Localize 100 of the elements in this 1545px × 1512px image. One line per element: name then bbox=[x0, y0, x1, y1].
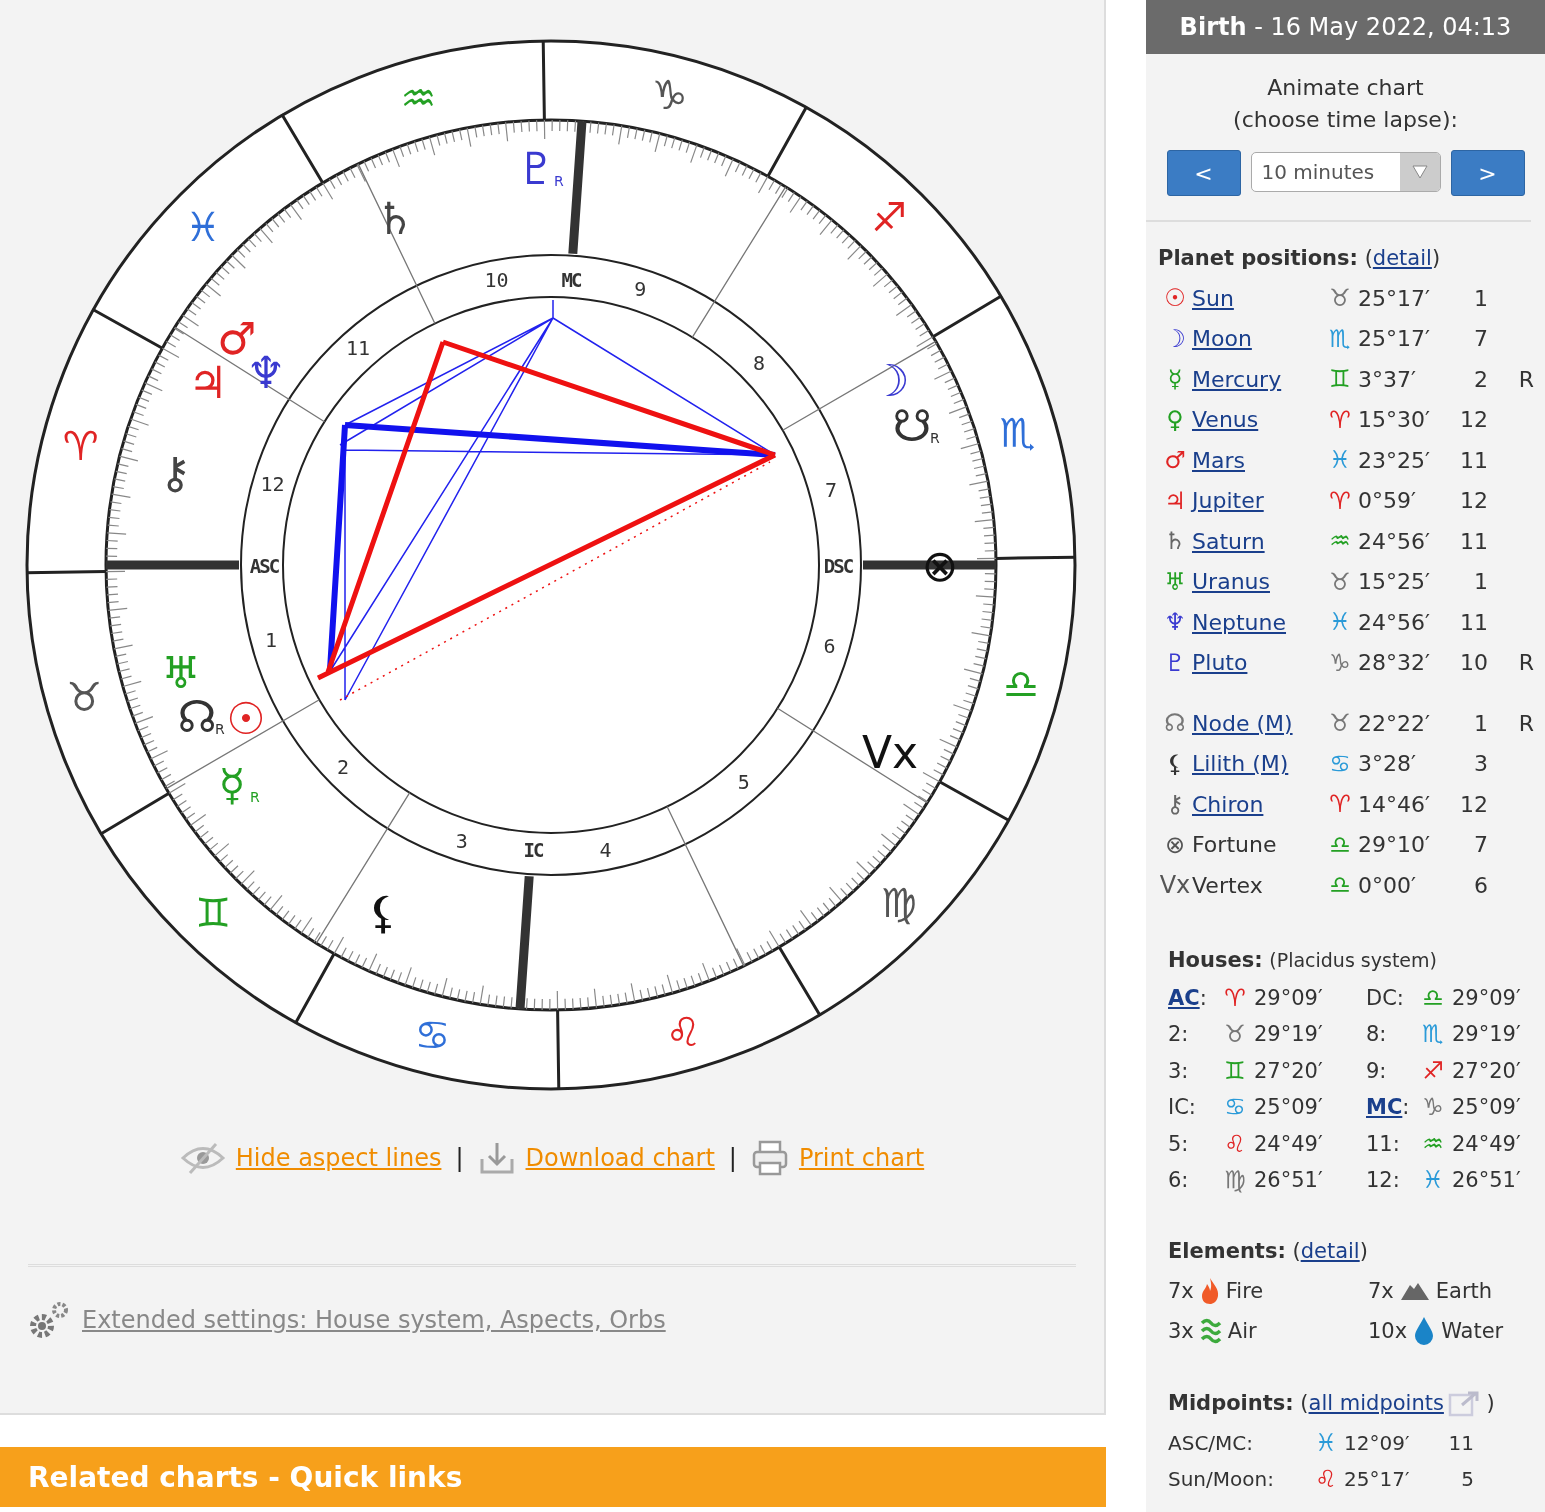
planet-link[interactable]: Node (M) bbox=[1192, 710, 1293, 736]
position-degree: 12°09′ bbox=[1344, 1430, 1411, 1455]
detail-link[interactable]: detail bbox=[1372, 246, 1432, 270]
planet-symbol: ⚷ bbox=[1165, 790, 1185, 819]
house-label: IC: bbox=[1168, 1095, 1196, 1120]
previous-button[interactable]: < bbox=[1166, 150, 1241, 196]
planet-link[interactable]: Uranus bbox=[1192, 569, 1270, 595]
house-number: 5 bbox=[1460, 1466, 1474, 1491]
retrograde-mark: R bbox=[1518, 710, 1534, 736]
next-button[interactable]: > bbox=[1450, 150, 1525, 196]
element-name: Earth bbox=[1435, 1278, 1493, 1303]
time-lapse-select[interactable]: 10 minutes bbox=[1250, 152, 1441, 192]
position-degree: 24°49′ bbox=[1452, 1131, 1522, 1156]
position-degree: 26°51′ bbox=[1452, 1168, 1522, 1193]
zodiac-sign-symbol: ♎ bbox=[1421, 983, 1445, 1012]
house-number: 10 bbox=[484, 268, 509, 293]
planet-symbol: ☉ bbox=[226, 692, 266, 744]
external-link-icon[interactable] bbox=[1447, 1390, 1480, 1417]
eye-icon[interactable] bbox=[179, 1141, 226, 1175]
position-degree: 0°00′ bbox=[1358, 872, 1417, 898]
planet-symbol: ♇ bbox=[516, 142, 556, 194]
house-number: 3 bbox=[1473, 751, 1488, 777]
planet-symbol: ☉ bbox=[1163, 284, 1187, 313]
all-midpoints-link[interactable]: all midpoints bbox=[1308, 1390, 1444, 1415]
house-number: 10 bbox=[1459, 650, 1488, 676]
zodiac-sign-symbol: ♓ bbox=[1314, 1428, 1338, 1457]
house-number: 11 bbox=[1459, 609, 1488, 635]
zodiac-sign-symbol: ♑ bbox=[651, 71, 688, 118]
midpoint-label: Sun/Moon: bbox=[1168, 1466, 1275, 1491]
planet-symbol: ⊗ bbox=[1163, 830, 1187, 859]
position-degree: 24°56′ bbox=[1358, 609, 1431, 635]
zodiac-sign-symbol: ♏ bbox=[999, 409, 1036, 456]
zodiac-sign-symbol: ♉ bbox=[1328, 567, 1352, 596]
planet-symbol: ⚸ bbox=[366, 886, 400, 938]
zodiac-sign-symbol: ♓ bbox=[1328, 608, 1352, 637]
planet-link[interactable]: Mars bbox=[1192, 447, 1245, 473]
planet-link[interactable]: Neptune bbox=[1192, 609, 1286, 635]
house-number: 2 bbox=[337, 755, 350, 780]
position-degree: 29°09′ bbox=[1452, 985, 1522, 1010]
zodiac-sign-symbol: ♋ bbox=[414, 1012, 451, 1059]
position-degree: 14°46′ bbox=[1358, 791, 1431, 817]
position-degree: 15°25′ bbox=[1358, 569, 1431, 595]
planet-link[interactable]: Venus bbox=[1192, 407, 1259, 433]
midpoint-label: ASC/MC: bbox=[1168, 1430, 1255, 1455]
section-heading: Planet positions: (detail) bbox=[1158, 246, 1442, 270]
detail-link[interactable]: detail bbox=[1300, 1238, 1360, 1263]
position-degree: 25°17′ bbox=[1358, 285, 1431, 311]
flame-icon bbox=[1199, 1276, 1220, 1305]
planet-symbol: ♆ bbox=[1163, 608, 1187, 637]
house-number: 12 bbox=[260, 472, 285, 497]
house-link[interactable]: AC bbox=[1168, 985, 1200, 1010]
zodiac-sign-symbol: ♈ bbox=[1223, 983, 1247, 1012]
animate-label: (choose time lapse): bbox=[1232, 106, 1459, 134]
planet-link[interactable]: Chiron bbox=[1192, 791, 1264, 817]
zodiac-sign-symbol: ♎ bbox=[1328, 871, 1352, 900]
wind-waves-icon bbox=[1199, 1316, 1222, 1345]
house-label: 12: bbox=[1366, 1168, 1400, 1193]
house-number: 11 bbox=[1447, 1430, 1474, 1455]
zodiac-sign-symbol: ♊ bbox=[1223, 1056, 1247, 1085]
house-number: 7 bbox=[1473, 326, 1488, 352]
planet-symbol: ⚷ bbox=[158, 446, 192, 498]
zodiac-sign-symbol: ♐ bbox=[1421, 1056, 1445, 1085]
angle-label: DSC bbox=[823, 555, 853, 577]
gears-icon[interactable] bbox=[28, 1300, 70, 1340]
link-separator: | bbox=[728, 1144, 737, 1172]
planet-symbol: Vx bbox=[1158, 871, 1192, 900]
house-label: 8: bbox=[1366, 1022, 1387, 1047]
printer-icon[interactable] bbox=[750, 1139, 789, 1177]
house-label: 5: bbox=[1168, 1131, 1189, 1156]
planet-link[interactable]: Lilith (M) bbox=[1192, 751, 1289, 777]
house-label: 9: bbox=[1366, 1058, 1387, 1083]
angle-label: MC bbox=[561, 269, 581, 291]
planet-link[interactable]: Saturn bbox=[1192, 528, 1265, 554]
planet-link[interactable]: Jupiter bbox=[1192, 488, 1264, 514]
house-number: 9 bbox=[634, 277, 647, 302]
house-label: 11: bbox=[1366, 1131, 1400, 1156]
colon: : bbox=[1402, 1095, 1410, 1120]
zodiac-sign-symbol: ♊ bbox=[1328, 365, 1352, 394]
planet-link[interactable]: Mercury bbox=[1192, 366, 1282, 392]
retrograde-mark: R bbox=[930, 430, 940, 446]
position-degree: 29°19′ bbox=[1452, 1022, 1522, 1047]
planet-symbol: ♃ bbox=[1163, 486, 1187, 515]
position-degree: 24°56′ bbox=[1358, 528, 1431, 554]
planet-symbol: ♄ bbox=[1163, 527, 1187, 556]
planet-link[interactable]: Moon bbox=[1192, 326, 1252, 352]
planet-link[interactable]: Sun bbox=[1192, 285, 1234, 311]
retrograde-mark: R bbox=[250, 789, 260, 805]
planet-symbol: ☿ bbox=[218, 758, 246, 810]
link-separator: | bbox=[455, 1144, 464, 1172]
house-label: 6: bbox=[1168, 1168, 1189, 1193]
zodiac-sign-symbol: ♈ bbox=[1328, 486, 1352, 515]
planet-link[interactable]: Pluto bbox=[1192, 650, 1248, 676]
house-number: 11 bbox=[1459, 528, 1488, 554]
house-number: 5 bbox=[737, 769, 750, 794]
planet-symbol: ♇ bbox=[1163, 648, 1187, 677]
zodiac-sign-symbol: ♎ bbox=[1003, 660, 1040, 707]
house-label: 2: bbox=[1168, 1022, 1189, 1047]
house-link[interactable]: MC bbox=[1366, 1095, 1403, 1120]
section-heading: Elements: (detail) bbox=[1168, 1238, 1369, 1263]
house-number: 12 bbox=[1459, 407, 1488, 433]
